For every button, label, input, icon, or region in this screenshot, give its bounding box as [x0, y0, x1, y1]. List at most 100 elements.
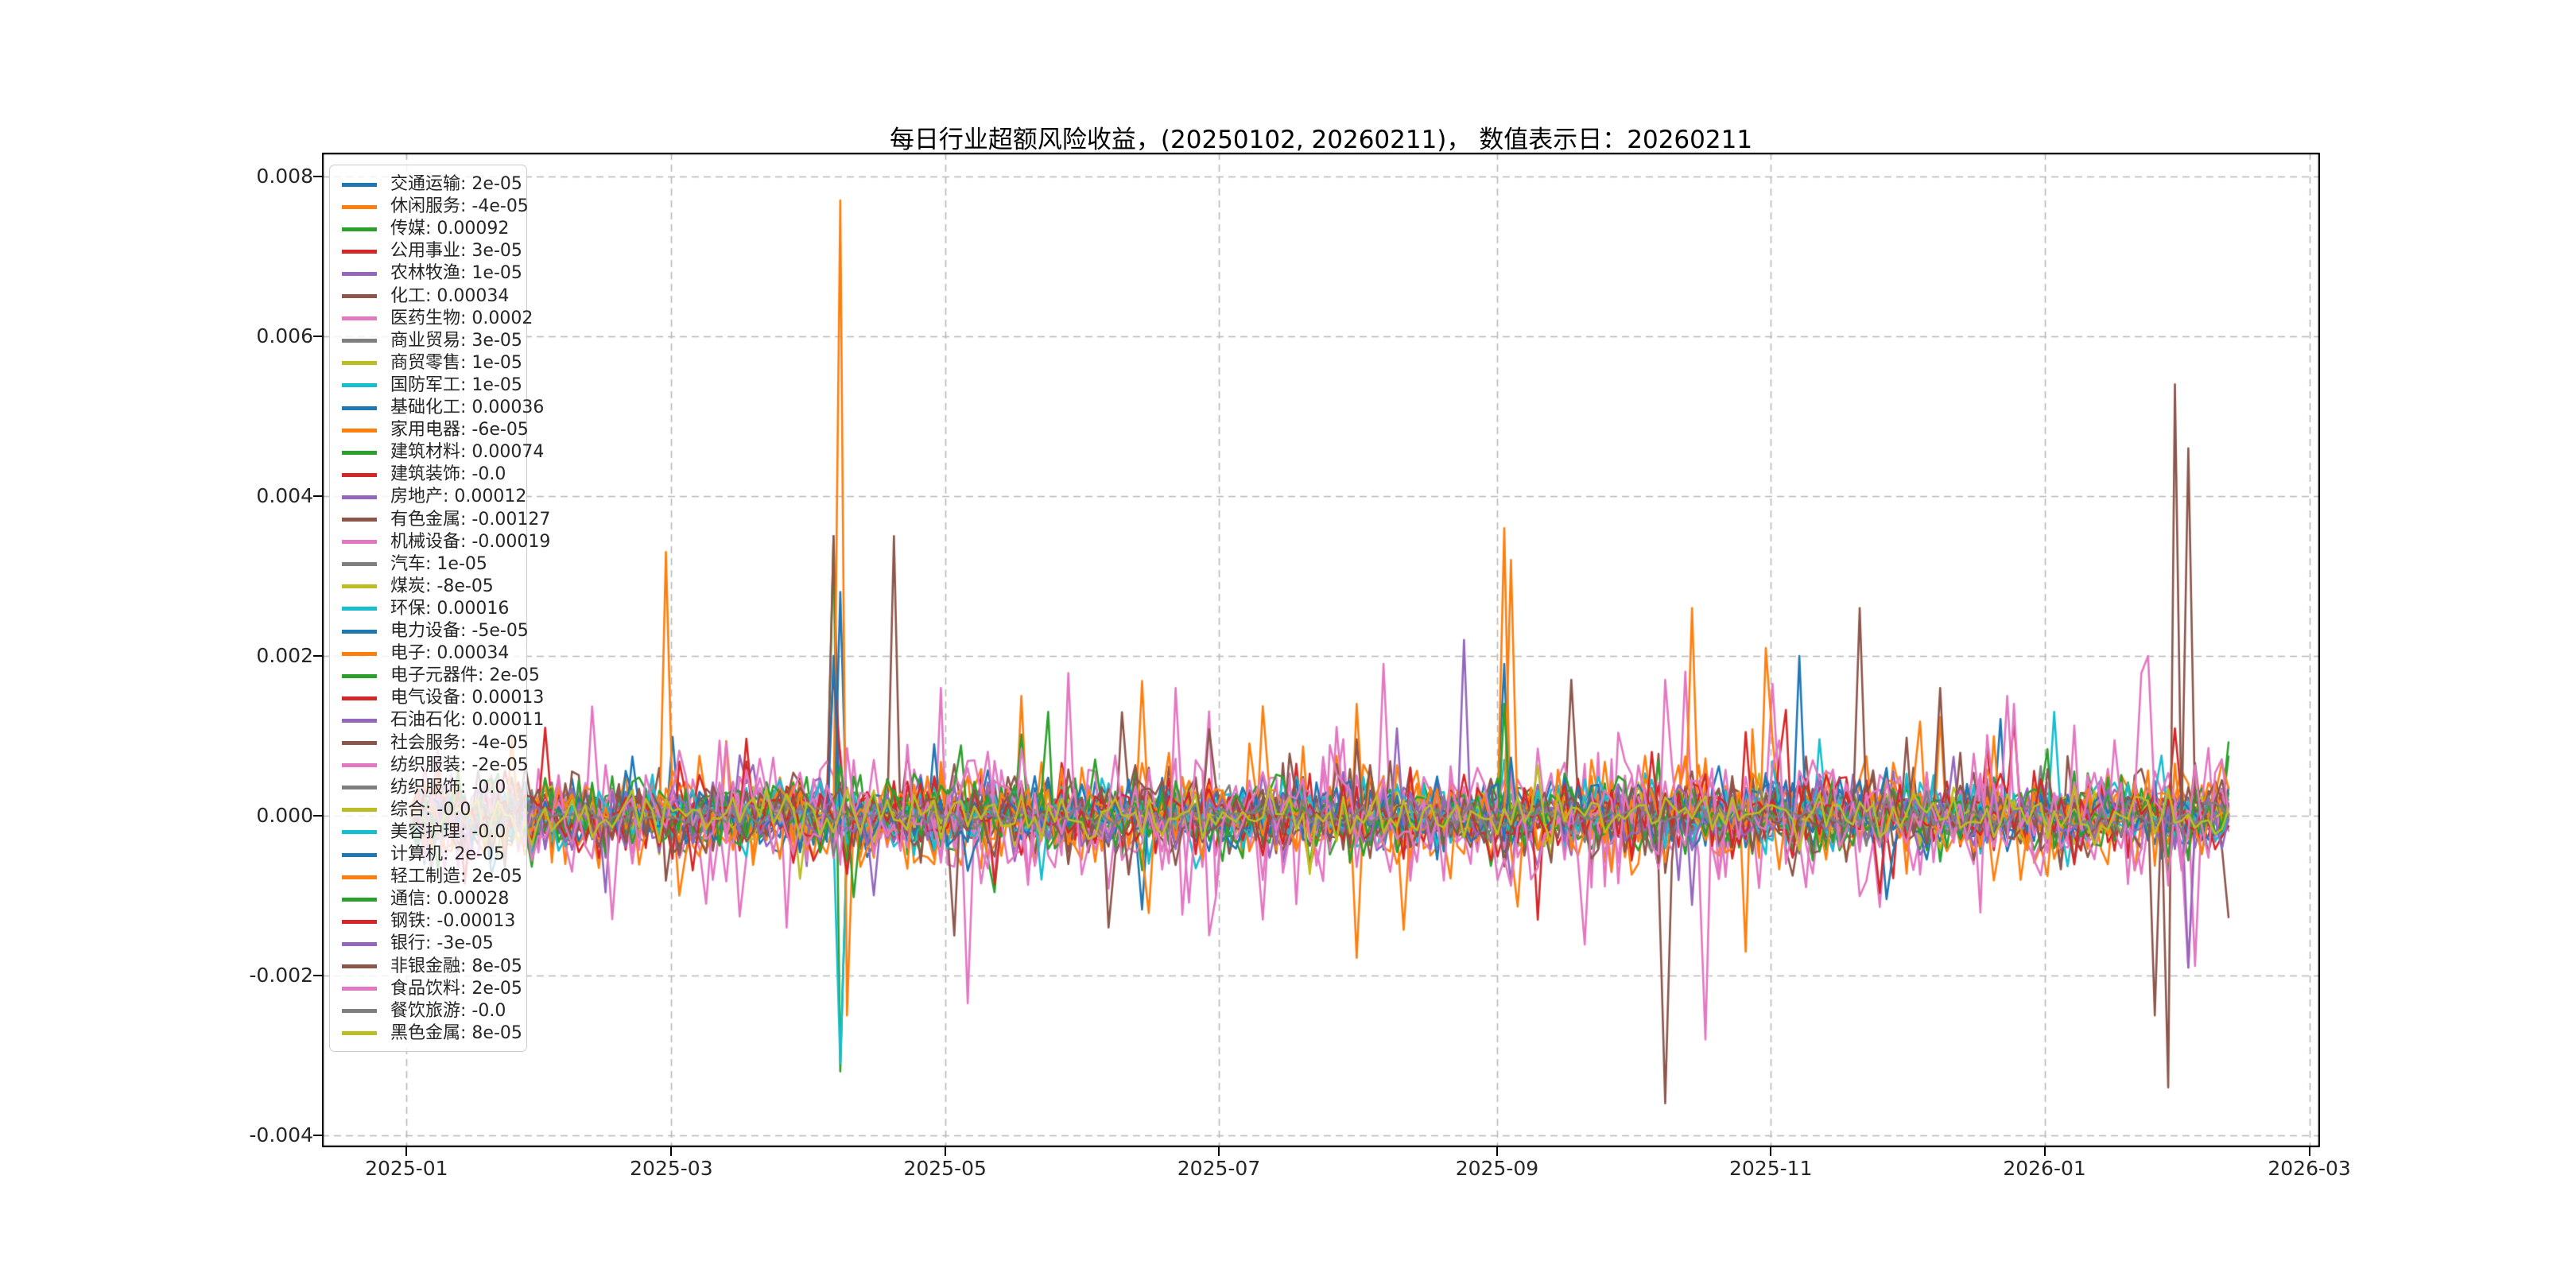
- legend-label: 汽车: 1e-05: [390, 553, 487, 574]
- legend-item: 建筑装饰: -0.0: [330, 464, 526, 486]
- y-tick-label: -0.002: [249, 964, 313, 987]
- legend-swatch: [342, 897, 377, 902]
- legend-swatch: [342, 808, 377, 813]
- legend-swatch: [342, 472, 377, 477]
- legend-label: 机械设备: -0.00019: [390, 531, 551, 552]
- legend-swatch: [342, 919, 377, 924]
- legend-item: 医药生物: 0.0002: [330, 308, 533, 330]
- legend-label: 传媒: 0.00092: [390, 219, 510, 239]
- legend-item: 化工: 0.00034: [330, 285, 526, 308]
- legend-label: 化工: 0.00034: [390, 285, 510, 306]
- legend-swatch: [342, 629, 377, 634]
- x-tick-label: 2025-05: [903, 1157, 987, 1180]
- legend-label: 轻工制造: 2e-05: [390, 867, 522, 887]
- legend-item: 美容护理: -0.0: [330, 821, 526, 844]
- legend-item: 传媒: 0.00092: [330, 218, 526, 240]
- legend-label: 家用电器: -6e-05: [390, 420, 529, 440]
- legend-item: 公用事业: 3e-05: [330, 240, 526, 262]
- x-tick-mark: [405, 1147, 408, 1156]
- y-tick-mark: [313, 336, 322, 337]
- x-tick-label: 2025-07: [1177, 1157, 1261, 1180]
- legend-label: 纺织服装: -2e-05: [390, 755, 529, 775]
- legend-item: 休闲服务: -4e-05: [330, 196, 529, 218]
- legend-label: 钢铁: -0.00013: [390, 911, 516, 932]
- legend-item: 汽车: 1e-05: [330, 553, 526, 576]
- legend-swatch: [342, 294, 377, 298]
- legend-swatch: [342, 1009, 377, 1014]
- legend-swatch: [342, 204, 377, 209]
- legend-swatch: [342, 718, 377, 723]
- legend-item: 建筑材料: 0.00074: [330, 441, 544, 464]
- legend-item: 钢铁: -0.00013: [330, 910, 526, 933]
- legend-swatch: [342, 696, 377, 700]
- x-tick-mark: [1496, 1147, 1498, 1156]
- legend-label: 电气设备: 0.00013: [390, 688, 545, 708]
- legend-item: 纺织服装: -2e-05: [330, 755, 529, 777]
- x-tick-label: 2025-01: [365, 1157, 448, 1180]
- legend-label: 餐饮旅游: -0.0: [390, 1000, 506, 1021]
- legend-label: 房地产: 0.00012: [390, 487, 527, 507]
- legend-swatch: [342, 518, 377, 522]
- legend-swatch: [342, 763, 377, 768]
- x-tick-mark: [2308, 1147, 2310, 1156]
- legend-label: 通信: 0.00028: [390, 889, 510, 910]
- legend-label: 农林牧渔: 1e-05: [390, 263, 522, 284]
- legend-item: 有色金属: -0.00127: [330, 509, 550, 531]
- legend-item: 国防军工: 1e-05: [330, 374, 526, 397]
- legend-item: 通信: 0.00028: [330, 888, 526, 910]
- legend-item: 综合: -0.0: [330, 799, 526, 821]
- legend-item: 餐饮旅游: -0.0: [330, 1000, 526, 1022]
- legend-swatch: [342, 428, 377, 433]
- legend-label: 商业贸易: 3e-05: [390, 330, 522, 351]
- legend-swatch: [342, 584, 377, 589]
- y-tick-label: -0.004: [249, 1123, 313, 1146]
- legend-item: 环保: 0.00016: [330, 598, 526, 620]
- x-tick-label: 2025-11: [1729, 1157, 1813, 1180]
- legend-label: 黑色金属: 8e-05: [390, 1022, 522, 1043]
- legend-swatch: [342, 405, 377, 410]
- legend-item: 煤炭: -8e-05: [330, 576, 526, 598]
- legend-label: 环保: 0.00016: [390, 598, 510, 619]
- legend-label: 有色金属: -0.00127: [390, 509, 551, 530]
- x-tick-mark: [2043, 1147, 2046, 1156]
- x-tick-label: 2025-03: [630, 1157, 713, 1180]
- legend-label: 建筑材料: 0.00074: [390, 442, 545, 463]
- y-tick-mark: [313, 1135, 322, 1136]
- chart-title: 每日行业超额风险收益，(20250102, 20260211)， 数值表示日：2…: [889, 126, 1753, 154]
- legend-label: 非银金融: 8e-05: [390, 956, 522, 976]
- legend-swatch: [342, 495, 377, 499]
- legend-label: 食品饮料: 2e-05: [390, 978, 522, 999]
- legend-swatch: [342, 987, 377, 991]
- y-tick-mark: [313, 495, 322, 497]
- legend-swatch: [342, 1031, 377, 1036]
- legend-label: 电力设备: -5e-05: [390, 621, 529, 641]
- legend-swatch: [342, 182, 377, 187]
- legend-item: 社会服务: -4e-05: [330, 732, 529, 755]
- x-tick-mark: [1218, 1147, 1220, 1156]
- legend-item: 银行: -3e-05: [330, 933, 526, 955]
- legend-swatch: [342, 249, 377, 254]
- legend-label: 国防军工: 1e-05: [390, 374, 522, 395]
- legend-swatch: [342, 852, 377, 857]
- legend-item: 非银金融: 8e-05: [330, 956, 526, 978]
- legend-item: 电子元器件: 2e-05: [330, 665, 540, 687]
- legend-item: 黑色金属: 8e-05: [330, 1022, 526, 1045]
- legend-label: 美容护理: -0.0: [390, 821, 506, 842]
- legend-swatch: [342, 830, 377, 835]
- legend-swatch: [342, 651, 377, 656]
- legend-item: 基础化工: 0.00036: [330, 397, 544, 419]
- legend-swatch: [342, 941, 377, 946]
- y-tick-mark: [313, 655, 322, 657]
- legend-item: 石油石化: 0.00011: [330, 709, 544, 731]
- y-tick-label: 0.004: [256, 484, 313, 507]
- legend-item: 商贸零售: 1e-05: [330, 352, 526, 374]
- legend-swatch: [342, 383, 377, 388]
- legend-item: 交通运输: 2e-05: [330, 173, 526, 196]
- legend-item: 电力设备: -5e-05: [330, 620, 529, 642]
- legend-swatch: [342, 964, 377, 968]
- legend-swatch: [342, 540, 377, 545]
- legend-swatch: [342, 562, 377, 567]
- legend-item: 房地产: 0.00012: [330, 486, 526, 508]
- legend-item: 电气设备: 0.00013: [330, 687, 544, 709]
- legend-swatch: [342, 450, 377, 455]
